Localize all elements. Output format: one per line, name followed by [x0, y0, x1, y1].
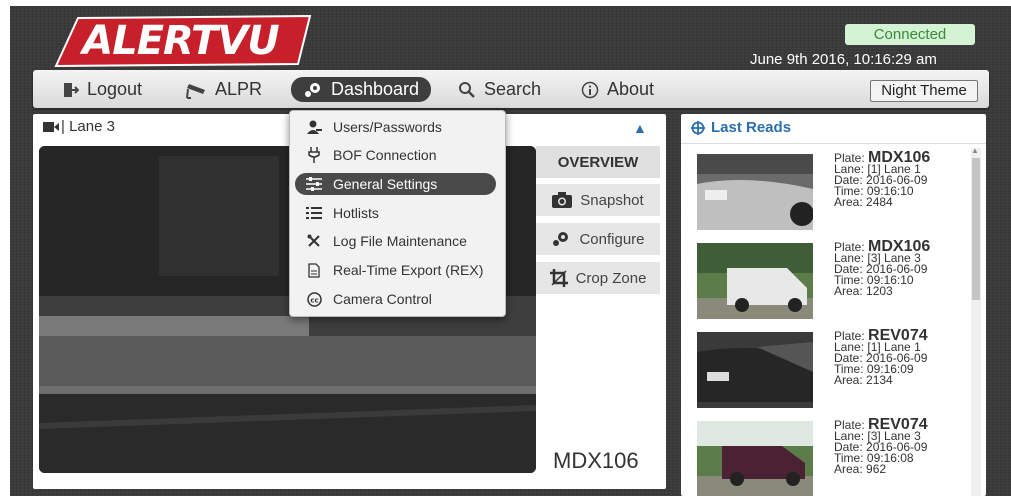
read-item[interactable]: Plate: MDX106 Lane: [1] Lane 1 Date: 201…: [697, 150, 967, 234]
read-item[interactable]: Plate: REV074 Lane: [1] Lane 1 Date: 201…: [697, 328, 967, 412]
read-area: Area: 2134: [834, 373, 893, 387]
list-icon: [303, 206, 325, 220]
camera-icon: [552, 192, 573, 208]
configure-button[interactable]: Configure: [536, 223, 660, 255]
connection-status-badge: Connected: [845, 24, 975, 45]
gears-icon: [551, 230, 571, 248]
last-reads-panel: Last Reads Plate: MDX106 Lane: [1] Lane …: [681, 114, 986, 496]
menu-item-users-passwords[interactable]: Users/Passwords: [295, 116, 496, 138]
nav-dashboard-label: Dashboard: [331, 79, 420, 99]
file-icon: [303, 262, 325, 278]
menu-item-log-file-maintenance[interactable]: Log File Maintenance: [295, 230, 496, 252]
read-thumbnail: [697, 332, 813, 408]
logout-icon: [63, 82, 79, 98]
window-left-edge: [0, 0, 10, 496]
nav-search[interactable]: Search: [458, 77, 541, 102]
dashboard-dropdown-menu: Users/Passwords BOF Connection General S…: [289, 110, 506, 317]
video-camera-icon: [43, 121, 59, 133]
nav-logout-label: Logout: [87, 79, 143, 99]
menu-item-label: Real-Time Export (REX): [333, 262, 484, 278]
menu-item-real-time-export[interactable]: Real-Time Export (REX): [295, 259, 496, 281]
window-top-edge: [0, 0, 1011, 6]
sliders-icon: [303, 177, 325, 191]
overview-button[interactable]: OVERVIEW: [536, 146, 660, 178]
header-divider: [681, 143, 986, 144]
night-theme-button[interactable]: Night Theme: [870, 80, 978, 102]
menu-item-label: Camera Control: [333, 291, 432, 307]
scroll-up-icon[interactable]: ▲: [971, 146, 979, 155]
read-info: Plate: REV074 Lane: [3] Lane 3 Date: 201…: [834, 417, 928, 476]
nav-logout[interactable]: Logout: [63, 77, 142, 102]
camera-cctv-icon: [185, 81, 207, 99]
last-reads-header: Last Reads: [691, 119, 791, 136]
read-info: Plate: REV074 Lane: [1] Lane 1 Date: 201…: [834, 328, 928, 387]
search-icon: [458, 81, 476, 99]
current-datetime: June 9th 2016, 10:16:29 am: [750, 51, 937, 68]
collapse-chevron-icon[interactable]: ▲: [633, 120, 647, 136]
menu-item-label: BOF Connection: [333, 147, 437, 163]
menu-item-camera-control[interactable]: cc Camera Control: [295, 288, 496, 310]
crop-zone-button[interactable]: Crop Zone: [536, 262, 660, 294]
crosshair-icon: [691, 120, 705, 135]
menu-item-label: Users/Passwords: [333, 119, 442, 135]
read-area: Area: 1203: [834, 284, 893, 298]
menu-item-label: General Settings: [333, 176, 438, 192]
configure-label: Configure: [579, 230, 645, 248]
scrollbar-thumb[interactable]: [972, 158, 980, 300]
last-reads-title: Last Reads: [711, 119, 792, 136]
read-item[interactable]: Plate: REV074 Lane: [3] Lane 3 Date: 201…: [697, 417, 967, 496]
lane-header: | Lane 3: [43, 118, 115, 135]
snapshot-button[interactable]: Snapshot: [536, 184, 660, 216]
crop-icon: [549, 269, 568, 287]
nav-about-label: About: [607, 79, 655, 99]
current-plate-read: MDX106: [553, 448, 639, 473]
crop-zone-label: Crop Zone: [575, 269, 647, 287]
nav-alpr[interactable]: ALPR: [185, 77, 262, 102]
wrench-icon: [303, 234, 325, 248]
read-area: Area: 962: [834, 462, 887, 476]
menu-item-hotlists[interactable]: Hotlists: [295, 202, 496, 224]
users-icon: [303, 120, 325, 134]
snapshot-label: Snapshot: [580, 191, 644, 209]
gears-icon: [303, 81, 323, 99]
svg-text:cc: cc: [310, 296, 318, 304]
nav-about[interactable]: About: [581, 77, 654, 102]
read-item[interactable]: Plate: MDX106 Lane: [3] Lane 3 Date: 201…: [697, 239, 967, 323]
cc-icon: cc: [303, 291, 325, 307]
nav-dashboard[interactable]: Dashboard: [291, 77, 432, 102]
read-info: Plate: MDX106 Lane: [1] Lane 1 Date: 201…: [834, 150, 930, 209]
alertvu-logo: ALERTVU: [48, 14, 313, 68]
main-navbar: Logout ALPR Dashboard Search About Night…: [33, 70, 989, 108]
menu-item-label: Hotlists: [333, 205, 379, 221]
nav-search-label: Search: [484, 79, 542, 99]
lane-title: | Lane 3: [61, 118, 115, 135]
read-info: Plate: MDX106 Lane: [3] Lane 3 Date: 201…: [834, 239, 930, 298]
menu-item-label: Log File Maintenance: [333, 233, 467, 249]
read-thumbnail: [697, 243, 813, 319]
plug-icon: [303, 147, 325, 163]
read-thumbnail: [697, 421, 813, 496]
read-area: Area: 2484: [834, 195, 893, 209]
info-icon: [581, 81, 599, 99]
logo-text: ALERTVU: [82, 18, 280, 64]
menu-item-bof-connection[interactable]: BOF Connection: [295, 144, 496, 166]
nav-alpr-label: ALPR: [215, 79, 263, 99]
menu-item-general-settings[interactable]: General Settings: [295, 173, 496, 195]
read-thumbnail: [697, 154, 813, 230]
